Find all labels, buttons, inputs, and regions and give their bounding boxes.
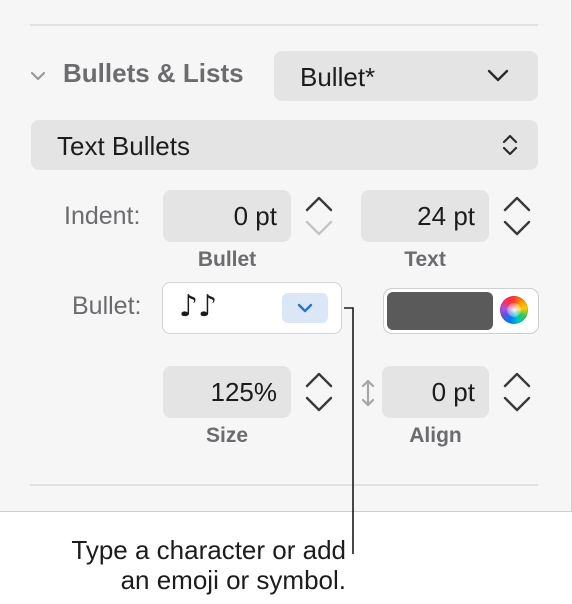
bullet-size-field[interactable]: 125%	[163, 366, 291, 418]
vertical-resize-icon	[361, 379, 375, 407]
bullet-size-value: 125%	[210, 377, 278, 407]
section-disclosure-chevron-icon[interactable]	[28, 66, 48, 86]
text-indent-sublabel: Text	[404, 248, 446, 271]
up-down-chevron-icon	[502, 134, 518, 156]
bullet-align-sublabel: Align	[409, 424, 462, 447]
bullet-type-value: Text Bullets	[57, 131, 190, 161]
list-style-popup[interactable]: Bullet*	[274, 51, 538, 101]
callout-line-2: an emoji or symbol.	[120, 565, 346, 595]
bullet-type-popup[interactable]: Text Bullets	[31, 120, 538, 170]
bullet-menu-button[interactable]	[282, 293, 328, 323]
indent-label: Indent:	[64, 202, 141, 230]
chevron-down-icon	[297, 303, 313, 313]
text-indent-field[interactable]: 24 pt	[361, 190, 489, 242]
color-wheel-icon[interactable]	[500, 296, 528, 324]
section-title[interactable]: Bullets & Lists	[63, 58, 244, 89]
bullet-indent-stepper[interactable]	[301, 190, 337, 242]
bullets-lists-panel: Bullets & Lists Bullet* Text Bullets Ind…	[0, 0, 572, 512]
stepper-arrows-icon	[305, 372, 333, 412]
stepper-arrows-icon	[503, 196, 531, 236]
stepper-arrows-icon	[503, 372, 531, 412]
bullet-size-sublabel: Size	[205, 424, 249, 447]
bullet-size-stepper[interactable]	[301, 366, 337, 418]
bullet-align-field[interactable]: 0 pt	[382, 366, 489, 418]
callout-line-1: Type a character or add	[71, 535, 346, 565]
bullet-align-value: 0 pt	[431, 377, 475, 407]
bullet-color-swatch[interactable]	[387, 292, 493, 330]
callout-text: Type a character or add an emoji or symb…	[71, 535, 346, 595]
bullet-align-stepper[interactable]	[499, 366, 535, 418]
bullet-indent-sublabel: Bullet	[197, 248, 257, 271]
bullet-character-field[interactable]: ♪♪	[162, 282, 342, 334]
list-style-value: Bullet*	[300, 62, 376, 92]
bullet-color-well[interactable]	[383, 288, 539, 334]
stepper-arrows-icon	[305, 196, 333, 236]
bottom-divider	[30, 484, 538, 486]
text-indent-stepper[interactable]	[499, 190, 535, 242]
bullet-label: Bullet:	[72, 292, 142, 320]
top-divider	[30, 24, 538, 26]
bullet-indent-value: 0 pt	[233, 201, 277, 231]
text-indent-value: 24 pt	[417, 201, 475, 231]
chevron-down-icon	[487, 69, 509, 82]
callout-leader-line	[344, 307, 354, 554]
bullet-indent-field[interactable]: 0 pt	[163, 190, 291, 242]
bullet-character-value: ♪♪	[179, 289, 218, 324]
